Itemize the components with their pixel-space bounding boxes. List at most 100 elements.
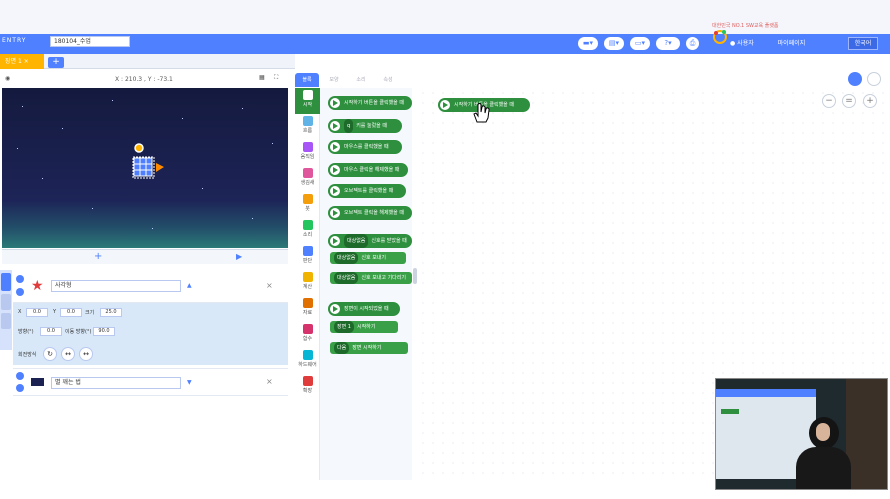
looks-icon: [302, 168, 313, 178]
eye-icon[interactable]: [16, 275, 24, 283]
chevron-down-icon[interactable]: ▼: [187, 379, 192, 386]
y-input[interactable]: 0.0: [60, 308, 82, 317]
tab-blocks[interactable]: 블록: [295, 73, 319, 87]
add-object-button[interactable]: +: [94, 251, 102, 262]
category-flow[interactable]: 흐름: [295, 114, 320, 140]
object-name-input-2[interactable]: 별 깨는 법: [51, 377, 181, 389]
category-hardware[interactable]: 하드웨어: [295, 348, 320, 374]
user-area[interactable]: ● 사용자 마이페이지: [730, 38, 805, 47]
zoom-reset-button[interactable]: =: [842, 94, 856, 108]
signal-pill-3[interactable]: 대상없음: [334, 272, 359, 284]
block-menu-button[interactable]: ▭▾: [630, 37, 650, 50]
category-motion[interactable]: 움직임: [295, 140, 320, 166]
file-menu-button[interactable]: ▤▾: [604, 37, 624, 50]
category-brush[interactable]: 붓: [295, 192, 320, 218]
palette-scrollbar[interactable]: [413, 268, 417, 284]
object-list-item-2[interactable]: 별 깨는 법 ▼ ×: [13, 368, 288, 396]
block-mouse-release[interactable]: 마우스 클릭을 해제했을 때: [328, 163, 408, 177]
sound-icon: [302, 220, 313, 230]
block-signal-receive[interactable]: 대상없음 신호를 받았을 때: [328, 234, 412, 248]
close-icon[interactable]: ×: [24, 58, 29, 65]
rotation-input[interactable]: 0.0: [40, 327, 62, 336]
square-sprite[interactable]: [132, 156, 166, 182]
category-data[interactable]: 자료: [295, 296, 320, 322]
delete-object-icon-2[interactable]: ×: [266, 377, 273, 386]
brush-icon: [302, 194, 313, 204]
lock-icon-2[interactable]: [16, 384, 24, 392]
help-button[interactable]: ?▾: [656, 37, 680, 50]
category-function[interactable]: 함수: [295, 322, 320, 348]
hand-cursor-icon: [470, 102, 492, 126]
key-pill[interactable]: q: [344, 119, 354, 133]
tab-sounds[interactable]: 소리: [349, 73, 373, 87]
block-next-scene[interactable]: 다음 장면 시작하기: [330, 342, 408, 354]
block-categories: 시작 흐름 움직임 생김새 붓 소리 판단 계산 자료 함수 하드웨어 확장: [295, 88, 320, 480]
rotation-handle-icon[interactable]: [133, 142, 145, 156]
language-select[interactable]: 한국어: [848, 37, 878, 50]
scene-pill[interactable]: 장면 1: [334, 321, 354, 333]
object-tab-icon[interactable]: [1, 273, 11, 291]
tab-shapes[interactable]: 모양: [322, 73, 346, 87]
zoom-out-button[interactable]: −: [822, 94, 836, 108]
judge-icon: [302, 246, 313, 256]
person-body: [796, 447, 851, 489]
user-name[interactable]: 사용자: [737, 40, 754, 47]
block-mouse-click[interactable]: 마우스를 클릭했을 때: [328, 140, 402, 154]
my-page-link[interactable]: 마이페이지: [778, 40, 806, 47]
block-start-scene[interactable]: 장면 1 시작하기: [330, 321, 398, 333]
block-signal-send-wait[interactable]: 대상없음 신호 보내고 기다리기: [330, 272, 412, 284]
chevron-up-icon[interactable]: ▲: [187, 282, 192, 289]
rotate-free-icon[interactable]: ↻: [43, 347, 57, 361]
category-judge[interactable]: 판단: [295, 244, 320, 270]
block-start-click[interactable]: 시작하기 버튼을 클릭했을 때: [328, 96, 412, 110]
category-looks[interactable]: 생김새: [295, 166, 320, 192]
object-properties: X 0.0 Y 0.0 크기 25.0 방향(°) 0.0 이동 방향(°) 9…: [13, 303, 288, 365]
camera-icon[interactable]: ◉: [5, 75, 10, 82]
grid-icon[interactable]: ▦: [259, 74, 265, 81]
add-scene-button[interactable]: +: [48, 57, 64, 68]
object-name-input[interactable]: 사각형: [51, 280, 181, 292]
print-icon[interactable]: ⎙: [686, 37, 699, 50]
category-calc[interactable]: 계산: [295, 270, 320, 296]
keyboard-icon: [330, 121, 340, 131]
delete-object-icon[interactable]: ×: [266, 281, 273, 290]
fullscreen-icon[interactable]: ⛶: [274, 74, 278, 82]
x-label: X: [18, 309, 22, 315]
eye-icon-2[interactable]: [16, 372, 24, 380]
minimize-icon[interactable]: [867, 72, 881, 86]
project-name-input[interactable]: 180104_수업: [50, 36, 130, 47]
thumbnail-icon: [31, 378, 44, 386]
rotate-horizontal-icon[interactable]: ↔: [61, 347, 75, 361]
category-sound[interactable]: 소리: [295, 218, 320, 244]
stage-canvas[interactable]: [2, 88, 288, 248]
lock-icon[interactable]: [16, 288, 24, 296]
block-object-click[interactable]: 오브젝트를 클릭했을 때: [328, 184, 406, 198]
category-judge-label: 판단: [302, 258, 313, 264]
zoom-in-button[interactable]: +: [863, 94, 877, 108]
signal-pill[interactable]: 대상없음: [344, 234, 369, 248]
signal-pill-2[interactable]: 대상없음: [334, 252, 359, 264]
mouse-coords: X : 210.3 , Y : -73.1: [115, 76, 173, 83]
x-input[interactable]: 0.0: [26, 308, 48, 317]
category-looks-label: 생김새: [300, 180, 315, 186]
play-button[interactable]: ▶: [236, 252, 242, 261]
object-list-item[interactable]: ★ 사각형 ▲ ×: [13, 273, 288, 303]
rotate-none-icon[interactable]: ↔: [79, 347, 93, 361]
scene-tab[interactable]: 장면 1 ×: [0, 54, 44, 69]
tab-properties[interactable]: 속성: [376, 73, 400, 87]
block-scene-start[interactable]: 장면이 시작되었을 때: [328, 302, 400, 316]
category-extension[interactable]: 확장: [295, 374, 320, 400]
block-key-press[interactable]: q 키를 눌렀을 때: [328, 119, 402, 133]
entry-logo[interactable]: ENTRY: [2, 37, 26, 44]
category-start[interactable]: 시작: [295, 88, 320, 114]
editor-tabs: 블록 모양 소리 속성: [295, 73, 410, 87]
scene-pill-2[interactable]: 다음: [334, 342, 350, 354]
chat-icon[interactable]: [848, 72, 862, 86]
block-object-release[interactable]: 오브젝트 클릭을 해제했을 때: [328, 206, 412, 220]
direction-input[interactable]: 90.0: [93, 327, 115, 336]
save-menu-button[interactable]: ▬▾: [578, 37, 598, 50]
size-input[interactable]: 25.0: [100, 308, 122, 317]
picture-tab-icon[interactable]: [1, 294, 11, 310]
text-tab-icon[interactable]: [1, 313, 11, 329]
block-signal-send[interactable]: 대상없음 신호 보내기: [330, 252, 406, 264]
